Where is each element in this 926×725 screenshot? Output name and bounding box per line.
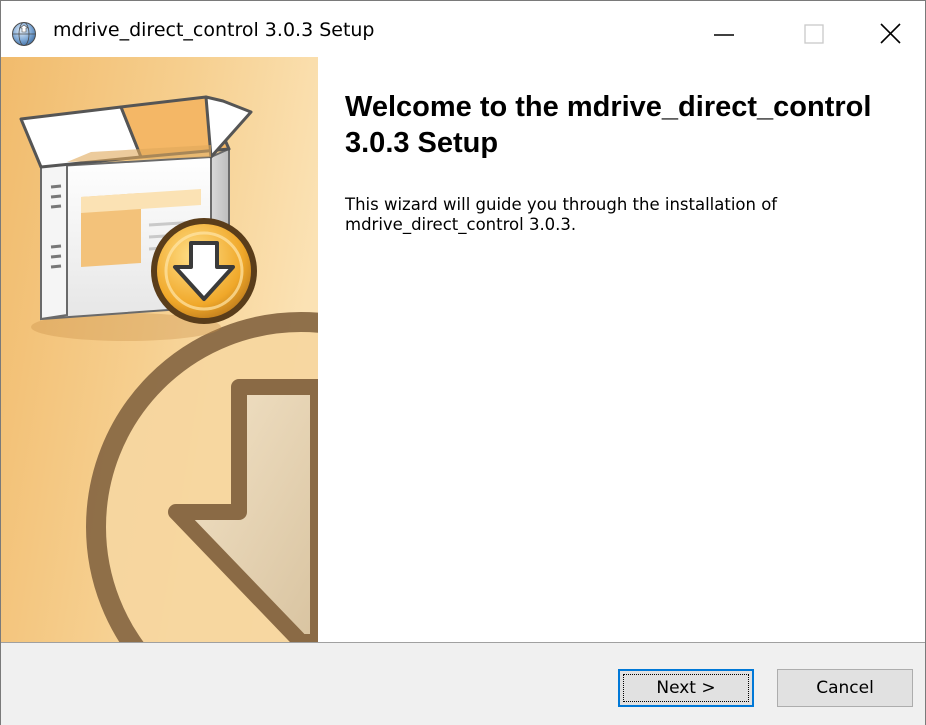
title-bar[interactable]: mdrive_direct_control 3.0.3 Setup bbox=[1, 1, 925, 63]
minimize-icon[interactable] bbox=[693, 1, 755, 63]
installer-globe-icon[interactable] bbox=[11, 21, 37, 47]
close-icon[interactable] bbox=[861, 1, 923, 63]
wizard-sidebar-banner bbox=[1, 57, 318, 642]
cancel-button[interactable]: Cancel bbox=[777, 669, 913, 707]
welcome-panel: Welcome to the mdrive_direct_control 3.0… bbox=[318, 57, 925, 642]
wizard-footer: Next > Cancel bbox=[1, 643, 925, 725]
welcome-description: This wizard will guide you through the i… bbox=[345, 195, 778, 234]
cancel-button-label: Cancel bbox=[816, 678, 874, 698]
focus-indicator bbox=[623, 674, 749, 702]
welcome-heading: Welcome to the mdrive_direct_control 3.0… bbox=[345, 91, 872, 159]
maximize-icon[interactable] bbox=[783, 1, 845, 63]
setup-window: mdrive_direct_control 3.0.3 Setup Welcom… bbox=[0, 0, 926, 725]
install-box-download-icon bbox=[1, 57, 318, 642]
window-title: mdrive_direct_control 3.0.3 Setup bbox=[53, 19, 375, 41]
next-button[interactable]: Next > bbox=[618, 669, 754, 707]
